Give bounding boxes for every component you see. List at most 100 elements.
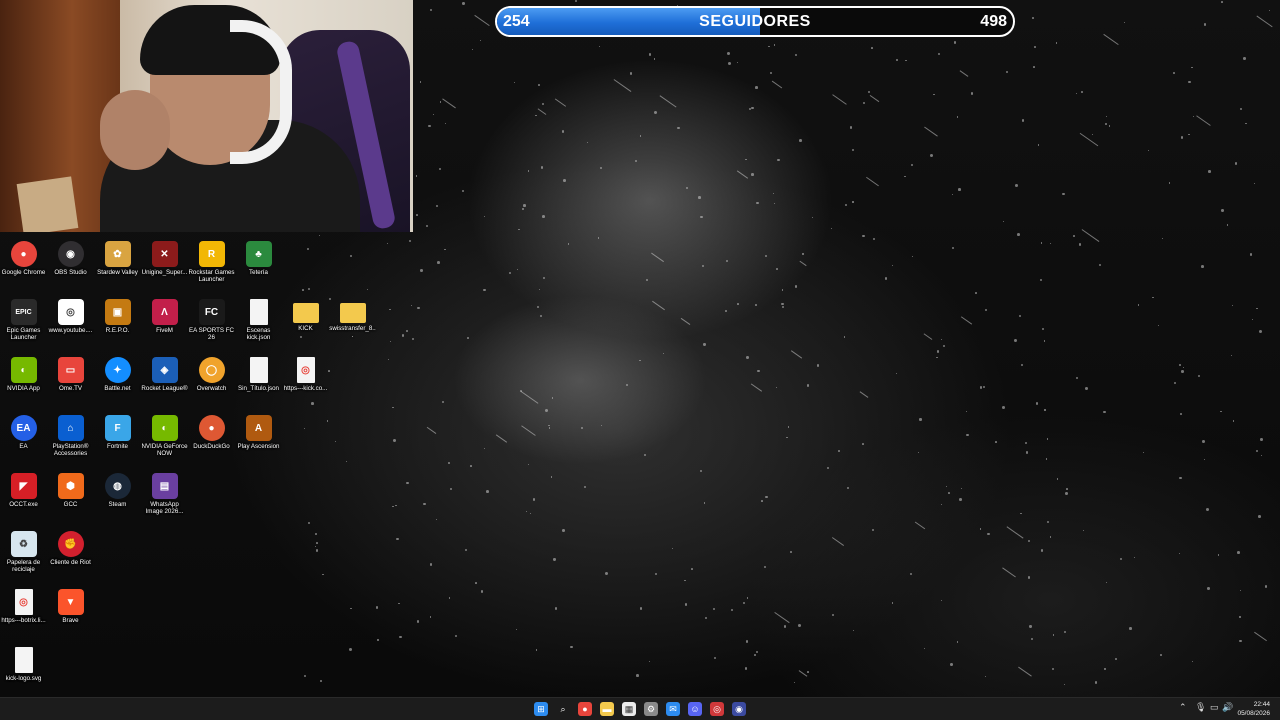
snow-speck (625, 383, 628, 387)
chrome-icon[interactable]: ● (578, 702, 592, 716)
desktop-icon[interactable]: ▭ Ome.TV (47, 353, 94, 411)
snow-speck (544, 408, 548, 412)
snow-speck (757, 369, 760, 372)
desktop-icon[interactable]: ● Google Chrome (0, 237, 47, 295)
desktop-icon[interactable]: ● DuckDuckGo (188, 411, 235, 469)
chrome-alt-icon[interactable]: ◎ (710, 702, 724, 716)
start-icon[interactable]: ⊞ (534, 702, 548, 716)
settings-icon[interactable]: ⚙ (644, 702, 658, 716)
snow-speck (420, 269, 423, 272)
overwatch-icon: ◯ (198, 357, 225, 383)
snow-speck (428, 124, 431, 128)
desktop-icon[interactable]: EPIC Epic Games Launcher (0, 295, 47, 353)
follower-current-count: 254 (503, 12, 530, 30)
desktop-icon[interactable]: ◎ https---botrix.li... (0, 585, 47, 643)
snow-speck (744, 667, 748, 671)
snow-speck (911, 255, 914, 258)
snow-speck (1028, 539, 1031, 542)
desktop-icon[interactable]: ✿ Stardew Valley (94, 237, 141, 295)
desktop-icon[interactable]: ▼ Brave (47, 585, 94, 643)
search-icon[interactable]: ⌕ (556, 702, 570, 716)
desktop-icon[interactable]: ◉ OBS Studio (47, 237, 94, 295)
snow-speck (1202, 439, 1206, 443)
desktop-icon[interactable]: ◎ https---kick.co... (282, 353, 329, 411)
desktop-icon[interactable]: ✦ Battle.net (94, 353, 141, 411)
snow-streak (832, 93, 847, 105)
desktop-icon[interactable]: ✊ Cliente de Riot (47, 527, 94, 585)
snow-speck (691, 568, 694, 571)
snow-speck (513, 81, 516, 84)
desktop-icon-label: OBS Studio (54, 269, 87, 276)
calendar-app-icon[interactable]: ▦ (622, 702, 636, 716)
snow-speck (561, 129, 565, 133)
snow-speck (318, 234, 321, 236)
snow-speck (811, 217, 813, 219)
desktop-icon-label: FiveM (156, 327, 173, 334)
desktop-icon[interactable]: R Rockstar Games Launcher (188, 237, 235, 295)
snow-speck (419, 81, 422, 83)
desktop-icon-label: Epic Games Launcher (6, 327, 41, 341)
desktop-icon[interactable]: ♻ Papelera de reciclaje (0, 527, 47, 585)
snow-streak (520, 424, 535, 436)
snow-speck (703, 501, 706, 504)
taskbar-clock[interactable]: 22:44 05/08/2026 (1237, 700, 1270, 718)
snow-speck (1082, 529, 1084, 532)
snow-speck (416, 214, 419, 217)
desktop-icon[interactable]: KICK (282, 295, 329, 353)
desktop-icon-label: Papelera de reciclaje (6, 559, 41, 573)
desktop-icon[interactable]: ◤ OCCT.exe (0, 469, 47, 527)
snow-speck (1051, 667, 1054, 671)
desktop-icon[interactable]: ▤ WhatsApp Image 2026... (141, 469, 188, 527)
desktop-icon[interactable]: ◍ Steam (94, 469, 141, 527)
snow-speck (439, 101, 442, 104)
mail-icon[interactable]: ✉ (666, 702, 680, 716)
chevron-up-icon[interactable]: ⌃ (1179, 702, 1187, 713)
desktop-icon[interactable]: ▣ R.E.P.O. (94, 295, 141, 353)
desktop-icon[interactable]: ✕ Unigine_Super... (141, 237, 188, 295)
desktop-icon[interactable]: FC EA SPORTS FC 26 (188, 295, 235, 353)
snow-speck (776, 267, 778, 270)
desktop-icon[interactable]: ♣ Tetería (235, 237, 282, 295)
snow-speck (474, 582, 477, 584)
snow-streak (651, 252, 665, 263)
snow-speck (1081, 90, 1083, 93)
volume-icon[interactable]: 🔊 (1222, 702, 1233, 713)
obs-icon[interactable]: ◉ (732, 702, 746, 716)
snow-speck (1260, 438, 1263, 441)
desktop-icon[interactable]: ◐ NVIDIA GeForce NOW (141, 411, 188, 469)
desktop-icon[interactable]: ◈ Rocket League® (141, 353, 188, 411)
snow-speck (464, 549, 468, 552)
snow-speck (586, 141, 588, 143)
snow-speck (1204, 458, 1206, 460)
snow-speck (471, 48, 473, 50)
snow-speck (629, 72, 633, 75)
snow-streak (537, 108, 547, 115)
discord-icon[interactable]: ☺ (688, 702, 702, 716)
snow-speck (408, 239, 412, 243)
desktop-icon[interactable]: Λ FiveM (141, 295, 188, 353)
desktop-icon[interactable]: F Fortnite (94, 411, 141, 469)
desktop-icon[interactable]: Escenas kick.json (235, 295, 282, 353)
snow-speck (761, 500, 763, 502)
snow-speck (536, 649, 538, 651)
microphone-icon[interactable]: 🎙 (1195, 702, 1206, 713)
desktop-icon[interactable]: ◎ www.youtube.... (47, 295, 94, 353)
desktop-icon[interactable]: ⬢ GCC (47, 469, 94, 527)
desktop-icon[interactable]: swisstransfer_8... (329, 295, 376, 353)
desktop-icon[interactable]: EA EA (0, 411, 47, 469)
snow-speck (327, 420, 329, 422)
snow-speck (1205, 508, 1209, 511)
file-explorer-icon[interactable]: ▬ (600, 702, 614, 716)
desktop-icon[interactable]: ◯ Overwatch (188, 353, 235, 411)
network-icon[interactable]: ▭ (1210, 702, 1219, 713)
snow-streak (1018, 666, 1032, 677)
desktop-icon[interactable]: Sin_Título.json (235, 353, 282, 411)
desktop-icon[interactable]: ⌂ PlayStation® Accessories (47, 411, 94, 469)
desktop-icon[interactable]: A Play Ascension (235, 411, 282, 469)
snow-speck (1169, 182, 1171, 184)
snow-speck (750, 173, 754, 176)
desktop-icon[interactable]: ◐ NVIDIA App (0, 353, 47, 411)
snow-speck (725, 310, 728, 312)
desktop-icon[interactable]: kick-logo.svg (0, 643, 47, 701)
snow-speck (773, 44, 776, 46)
